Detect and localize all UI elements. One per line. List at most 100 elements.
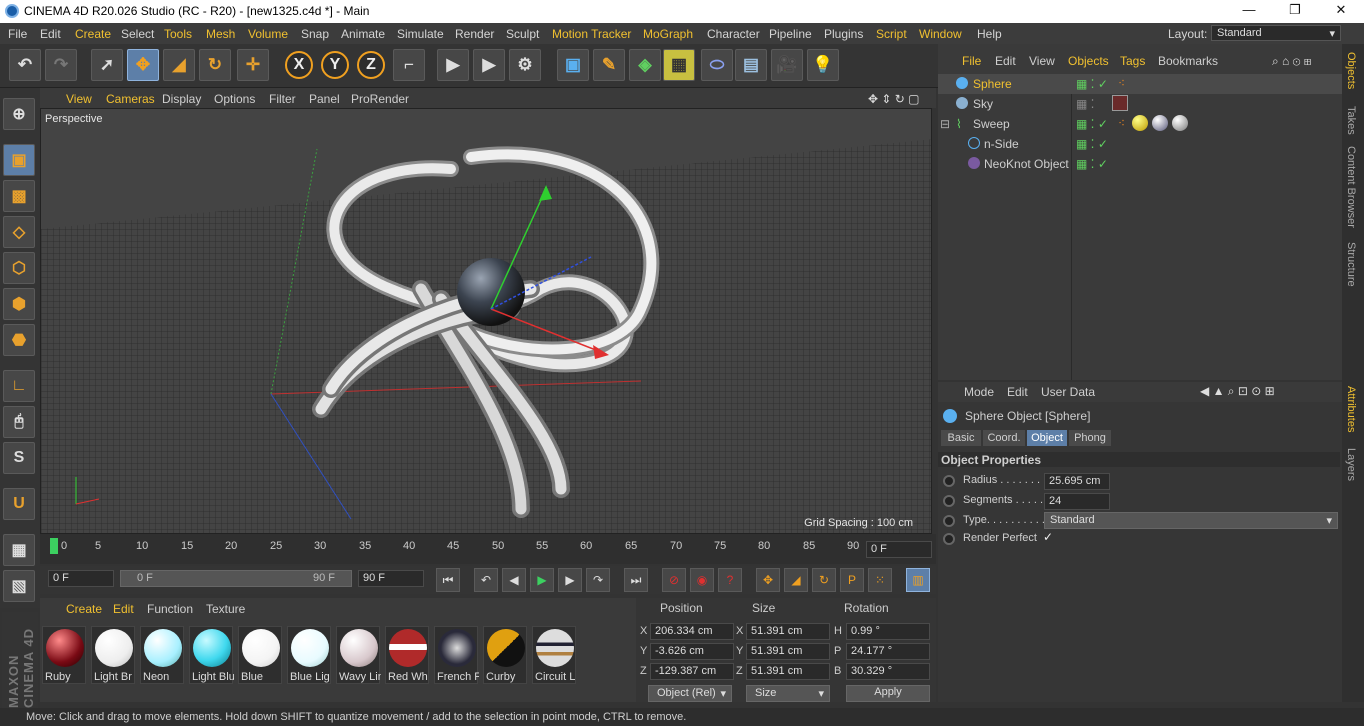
rotation-h-field[interactable]: 0.99 ° xyxy=(846,623,930,640)
last-tool-icon[interactable]: ✛ xyxy=(237,49,269,81)
camera-icon[interactable]: 🎥 xyxy=(771,49,803,81)
vp-navigation-icon[interactable]: ✥ ⇕ ↻ ▢ xyxy=(868,92,920,106)
object-row-sweep[interactable]: ⊟ ⌇ Sweep ▦ ⁚ ✓ ⁖ xyxy=(938,114,1342,134)
visibility-check-icon[interactable]: ▦ ⁚ ✓ xyxy=(1076,77,1108,91)
material-swatch[interactable]: Wavy Lin xyxy=(336,626,381,684)
timeline-window-icon[interactable]: ▥ xyxy=(906,568,930,592)
vp-menu-prorender[interactable]: ProRender xyxy=(351,92,409,106)
size-z-field[interactable]: 51.391 cm xyxy=(746,663,830,680)
texture-mode-icon[interactable]: ▩ xyxy=(3,180,35,212)
obj-menu-edit[interactable]: Edit xyxy=(995,54,1016,68)
key-rotation-icon[interactable]: ↻ xyxy=(812,568,836,592)
prev-frame-icon[interactable]: ◀ xyxy=(502,568,526,592)
floor-icon[interactable]: ▤ xyxy=(735,49,767,81)
material-swatch[interactable]: Light Br xyxy=(91,626,135,684)
menu-volume[interactable]: Volume xyxy=(248,27,288,41)
rotation-p-field[interactable]: 24.177 ° xyxy=(846,643,930,660)
play-icon[interactable]: ▶ xyxy=(530,568,554,592)
visibility-check-icon[interactable]: ▦ ⁚ ✓ xyxy=(1076,157,1108,171)
size-y-field[interactable]: 51.391 cm xyxy=(746,643,830,660)
menu-create[interactable]: Create xyxy=(75,27,111,41)
position-x-field[interactable]: 206.334 cm xyxy=(650,623,734,640)
pen-spline-icon[interactable]: ✎ xyxy=(593,49,625,81)
workplane-lock-icon[interactable]: ▦ xyxy=(3,534,35,566)
z-axis-lock-icon[interactable]: Z xyxy=(357,51,385,79)
mat-menu-edit[interactable]: Edit xyxy=(113,602,134,616)
tab-phong[interactable]: Phong xyxy=(1069,430,1111,446)
menu-select[interactable]: Select xyxy=(121,27,154,41)
prev-key-icon[interactable]: ↶ xyxy=(474,568,498,592)
coordinate-system-icon[interactable]: ⌐ xyxy=(393,49,425,81)
goto-end-icon[interactable]: ⏭ xyxy=(624,568,648,592)
current-frame-field[interactable]: 0 F xyxy=(866,541,932,558)
tweak-mode-icon[interactable]: 🖰 xyxy=(3,406,35,438)
type-dropdown[interactable]: Standard ▾ xyxy=(1044,512,1338,529)
sphere-object[interactable] xyxy=(457,258,525,326)
maximize-button[interactable]: ❐ xyxy=(1272,2,1318,20)
position-y-field[interactable]: -3.626 cm xyxy=(650,643,734,660)
menu-motion-tracker[interactable]: Motion Tracker xyxy=(552,27,631,41)
sidetab-attributes[interactable]: Attributes xyxy=(1345,386,1357,432)
vp-menu-view[interactable]: View xyxy=(66,92,92,106)
mat-menu-texture[interactable]: Texture xyxy=(206,602,245,616)
material-tag-icon[interactable] xyxy=(1152,115,1168,131)
points-mode-icon[interactable]: ⬡ xyxy=(3,252,35,284)
vp-menu-display[interactable]: Display xyxy=(162,92,201,106)
scale-tool-icon[interactable]: ◢ xyxy=(163,49,195,81)
deformer-icon[interactable]: ⬭ xyxy=(701,49,733,81)
obj-menu-view[interactable]: View xyxy=(1029,54,1055,68)
subdivision-surface-icon[interactable]: ◈ xyxy=(629,49,661,81)
obj-menu-tags[interactable]: Tags xyxy=(1120,54,1145,68)
material-swatch[interactable]: Circuit L xyxy=(532,626,576,684)
key-position-icon[interactable]: ✥ xyxy=(756,568,780,592)
menu-window[interactable]: Window xyxy=(919,27,962,41)
position-z-field[interactable]: -129.387 cm xyxy=(650,663,734,680)
sidetab-takes[interactable]: Takes xyxy=(1345,106,1357,135)
redo-icon[interactable]: ↷ xyxy=(45,49,77,81)
tab-object[interactable]: Object xyxy=(1027,430,1067,446)
key-parameter-icon[interactable]: P xyxy=(840,568,864,592)
sidetab-layers[interactable]: Layers xyxy=(1345,448,1357,481)
keyframe-selection-icon[interactable]: ? xyxy=(718,568,742,592)
visibility-check-icon[interactable]: ▦ ⁚ ✓ xyxy=(1076,137,1108,151)
live-select-icon[interactable]: ➚ xyxy=(91,49,123,81)
coord-mode-dropdown[interactable]: Object (Rel) ▾ xyxy=(648,685,732,702)
size-x-field[interactable]: 51.391 cm xyxy=(746,623,830,640)
material-swatch[interactable]: Red Wh xyxy=(385,626,429,684)
vp-menu-filter[interactable]: Filter xyxy=(269,92,296,106)
radius-anim-icon[interactable] xyxy=(943,475,955,487)
menu-tools[interactable]: Tools xyxy=(164,27,192,41)
menu-help[interactable]: Help xyxy=(977,27,1002,41)
visibility-check-icon[interactable]: ▦ ⁚ ✓ xyxy=(1076,117,1108,131)
mat-menu-create[interactable]: Create xyxy=(66,602,102,616)
key-scale-icon[interactable]: ◢ xyxy=(784,568,808,592)
radius-field[interactable]: 25.695 cm xyxy=(1044,473,1110,490)
key-pla-icon[interactable]: ⁙ xyxy=(868,568,892,592)
vp-menu-cameras[interactable]: Cameras xyxy=(106,92,155,106)
minimize-button[interactable]: — xyxy=(1226,2,1272,20)
type-anim-icon[interactable] xyxy=(943,515,955,527)
collapse-icon[interactable]: ⊟ xyxy=(940,117,950,131)
menu-file[interactable]: File xyxy=(8,27,27,41)
workplane-mode-icon[interactable]: ◇ xyxy=(3,216,35,248)
vp-menu-panel[interactable]: Panel xyxy=(309,92,340,106)
move-tool-icon[interactable]: ✥ xyxy=(127,49,159,81)
end-frame-field[interactable]: 90 F xyxy=(358,570,424,587)
layout-dropdown[interactable]: Standard ▾ xyxy=(1211,25,1341,41)
render-view-icon[interactable]: ▶ xyxy=(437,49,469,81)
obj-menu-file[interactable]: File xyxy=(962,54,981,68)
snap-icon[interactable]: S xyxy=(3,442,35,474)
menu-animate[interactable]: Animate xyxy=(341,27,385,41)
vp-menu-options[interactable]: Options xyxy=(214,92,255,106)
record-icon[interactable]: ⊘ xyxy=(662,568,686,592)
autokey-icon[interactable]: ◉ xyxy=(690,568,714,592)
attr-nav-icons[interactable]: ◀ ▲ ⌕ ⊡ ⊙ ⊞ xyxy=(1200,384,1275,399)
object-row-neoknot[interactable]: NeoKnot Object ▦ ⁚ ✓ xyxy=(938,154,1342,174)
material-swatch[interactable]: Blue xyxy=(238,626,282,684)
render-perfect-checkbox[interactable]: ✓ xyxy=(1043,530,1053,544)
playhead[interactable] xyxy=(50,538,58,554)
attr-menu-edit[interactable]: Edit xyxy=(1007,385,1028,399)
menu-pipeline[interactable]: Pipeline xyxy=(769,27,812,41)
material-swatch[interactable]: Light Blu xyxy=(189,626,234,684)
perspective-viewport[interactable]: Perspective Grid Spacing : 100 cm xyxy=(40,108,932,534)
